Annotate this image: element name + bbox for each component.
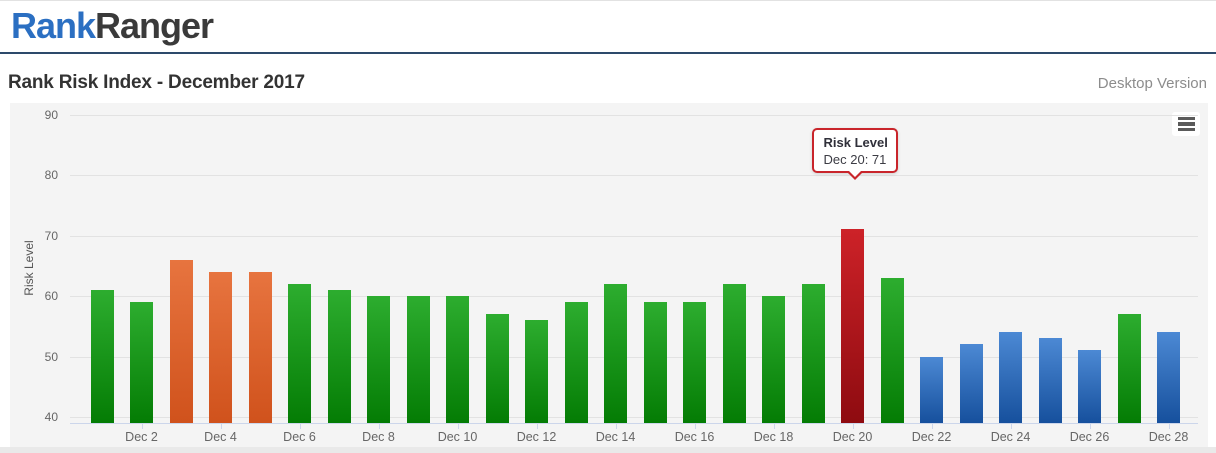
gridline-y-40 xyxy=(70,417,1198,418)
x-tick-dec-24 xyxy=(1010,423,1012,429)
page-title: Rank Risk Index - December 2017 xyxy=(8,72,305,93)
x-axis-label-dec-26: Dec 26 xyxy=(1069,430,1110,444)
x-axis-label-dec-24: Dec 24 xyxy=(990,430,1031,444)
logo-text-ranger: Ranger xyxy=(95,5,214,46)
bar-dec-7[interactable] xyxy=(327,289,351,423)
y-axis-label-90: 90 xyxy=(44,107,58,122)
x-axis-label-dec-18: Dec 18 xyxy=(753,430,794,444)
y-axis-label-60: 60 xyxy=(44,289,58,303)
x-tick-dec-20 xyxy=(852,423,854,429)
x-axis-label-dec-20: Dec 20 xyxy=(832,430,873,444)
x-axis-label-dec-6: Dec 6 xyxy=(283,430,316,444)
bar-dec-14[interactable] xyxy=(604,283,627,423)
bar-dec-25[interactable] xyxy=(1038,338,1062,423)
bar-dec-20[interactable] xyxy=(841,229,864,423)
bar-dec-4[interactable] xyxy=(209,271,232,423)
bar-dec-9[interactable] xyxy=(406,296,430,423)
x-tick-dec-26 xyxy=(1089,423,1091,429)
tooltip: Risk Level Dec 20: 71 xyxy=(811,127,898,180)
header-divider xyxy=(0,52,1216,54)
desktop-version-label[interactable]: Desktop Version xyxy=(1098,75,1207,92)
x-tick-dec-8 xyxy=(378,423,380,429)
x-tick-dec-10 xyxy=(457,423,459,429)
app-header: RankRanger xyxy=(0,0,1216,54)
bar-dec-16[interactable] xyxy=(683,302,706,423)
bar-dec-5[interactable] xyxy=(248,271,272,423)
bar-dec-13[interactable] xyxy=(564,302,588,423)
gridline-y-70 xyxy=(70,235,1198,237)
gridline-y-80 xyxy=(70,175,1198,176)
y-axis-label-50: 50 xyxy=(44,349,58,364)
x-tick-dec-14 xyxy=(615,423,617,429)
title-row: Rank Risk Index - December 2017 Desktop … xyxy=(0,66,1216,100)
gridline-y-90 xyxy=(70,114,1198,116)
logo-text-rank: Rank xyxy=(11,5,96,46)
gridline-y-60 xyxy=(70,296,1198,297)
x-axis-label-dec-14: Dec 14 xyxy=(595,430,636,444)
x-axis-label-dec-28: Dec 28 xyxy=(1148,430,1189,444)
bar-dec-17[interactable] xyxy=(722,283,746,423)
bar-dec-22[interactable] xyxy=(920,356,943,423)
tooltip-value: Dec 20: 71 xyxy=(823,151,887,167)
y-axis-label-40: 40 xyxy=(44,410,58,424)
x-axis-label-dec-12: Dec 12 xyxy=(516,430,557,444)
x-tick-dec-22 xyxy=(931,423,933,429)
tooltip-pointer xyxy=(847,169,862,177)
y-axis-label-80: 80 xyxy=(44,168,58,182)
x-tick-dec-6 xyxy=(299,423,301,429)
rankranger-logo[interactable]: RankRanger xyxy=(11,5,214,46)
bar-dec-11[interactable] xyxy=(485,314,509,423)
bar-dec-21[interactable] xyxy=(880,277,904,423)
bar-dec-27[interactable] xyxy=(1117,314,1141,423)
x-axis-label-dec-4: Dec 4 xyxy=(204,430,237,444)
rank-risk-chart: Risk Level 40 50 60 70 80 90 Dec 2 Dec 4 Dec 6 De… xyxy=(10,103,1208,453)
x-tick-dec-16 xyxy=(694,423,696,429)
bar-dec-2[interactable] xyxy=(130,302,153,423)
bar-dec-3[interactable] xyxy=(169,259,193,423)
hamburger-icon xyxy=(1177,116,1195,121)
x-tick-dec-12 xyxy=(536,423,538,429)
x-tick-dec-2 xyxy=(141,423,143,429)
x-axis-label-dec-22: Dec 22 xyxy=(911,430,952,444)
bar-dec-8[interactable] xyxy=(367,296,390,423)
x-axis-label-dec-10: Dec 10 xyxy=(437,430,478,444)
chart-export-menu-button[interactable] xyxy=(1172,112,1200,136)
x-axis-label-dec-2: Dec 2 xyxy=(125,430,158,444)
bar-dec-6[interactable] xyxy=(288,283,311,423)
bar-dec-10[interactable] xyxy=(446,296,469,423)
bar-dec-28[interactable] xyxy=(1157,332,1180,423)
bar-dec-15[interactable] xyxy=(643,302,667,423)
x-axis-label-dec-8: Dec 8 xyxy=(362,430,395,444)
hamburger-icon xyxy=(1177,127,1195,132)
hamburger-icon xyxy=(1177,122,1195,126)
x-tick-dec-28 xyxy=(1168,423,1170,429)
y-axis-title: Risk Level xyxy=(22,240,36,296)
x-tick-dec-4 xyxy=(220,423,222,429)
bar-dec-23[interactable] xyxy=(959,344,983,423)
x-tick-dec-18 xyxy=(773,423,775,429)
tooltip-title: Risk Level xyxy=(823,134,888,150)
bar-dec-1[interactable] xyxy=(90,289,114,423)
bar-dec-18[interactable] xyxy=(762,296,785,423)
x-axis-line xyxy=(70,423,1198,424)
page-bottom-strip xyxy=(0,447,1216,453)
x-axis-label-dec-16: Dec 16 xyxy=(674,430,715,444)
y-axis-label-70: 70 xyxy=(44,228,58,243)
bar-dec-26[interactable] xyxy=(1078,350,1101,423)
bar-dec-24[interactable] xyxy=(999,332,1022,423)
bar-dec-19[interactable] xyxy=(801,283,825,423)
gridline-y-50 xyxy=(70,356,1198,358)
bar-dec-12[interactable] xyxy=(525,320,548,423)
